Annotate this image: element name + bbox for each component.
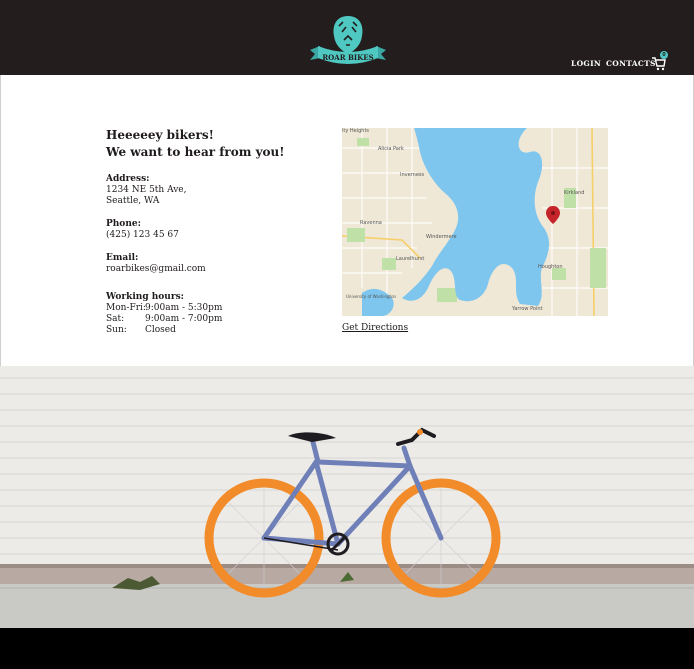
hours-time-saturday: 9:00am - 7:00pm (145, 314, 223, 324)
phone-value[interactable]: (425) 123 45 67 (106, 230, 179, 241)
hours-day-sunday: Sun: (106, 325, 127, 335)
nav-login[interactable]: LOGIN (571, 59, 601, 68)
hours-label: Working hours: (106, 292, 184, 302)
map-label-windermere: Windermere (426, 234, 457, 240)
roar-bikes-logo[interactable]: ROAR BIKES (306, 12, 390, 72)
hours-day-weekdays: Mon-Fri: (106, 303, 146, 313)
map-label-laurelhurst: Laurelhurst (396, 256, 424, 262)
map-label-houghton: Houghton (538, 264, 563, 270)
map-label-inverness: Inverness (400, 172, 424, 178)
map-label-yarrow-point: Yarrow Point (511, 306, 543, 312)
address-label: Address: (106, 174, 150, 184)
contact-heading: Heeeeey bikers! We want to hear from you… (106, 127, 285, 161)
nav-contacts[interactable]: CONTACTS (606, 59, 656, 68)
map-label-alicia-park: Alicia Park (378, 146, 404, 152)
email-value[interactable]: roarbikes@gmail.com (106, 264, 206, 275)
location-map[interactable]: ity Heights Alicia Park Inverness Kirkla… (342, 128, 608, 316)
bicycle-photo (0, 366, 694, 628)
phone-label: Phone: (106, 219, 141, 229)
address-line-2: Seattle, WA (106, 196, 160, 206)
hours-time-weekdays: 9:00am - 5:30pm (145, 303, 223, 313)
greeting-line-2: We want to hear from you! (106, 145, 285, 159)
site-footer (0, 628, 694, 669)
email-label: Email: (106, 253, 139, 263)
cart-count-badge: 0 (660, 51, 668, 59)
get-directions-link[interactable]: Get Directions (342, 323, 408, 333)
address-line-1: 1234 NE 5th Ave, (106, 185, 187, 195)
greeting-line-1: Heeeeey bikers! (106, 128, 214, 142)
hours-day-saturday: Sat: (106, 314, 125, 324)
map-label-university: University of Washington (346, 294, 397, 299)
hours-time-sunday: Closed (145, 325, 176, 335)
map-label-heights: ity Heights (342, 128, 369, 134)
map-label-kirkland: Kirkland (564, 190, 584, 196)
brand-text: ROAR BIKES (322, 53, 373, 62)
map-label-ravenna: Ravenna (360, 220, 382, 226)
